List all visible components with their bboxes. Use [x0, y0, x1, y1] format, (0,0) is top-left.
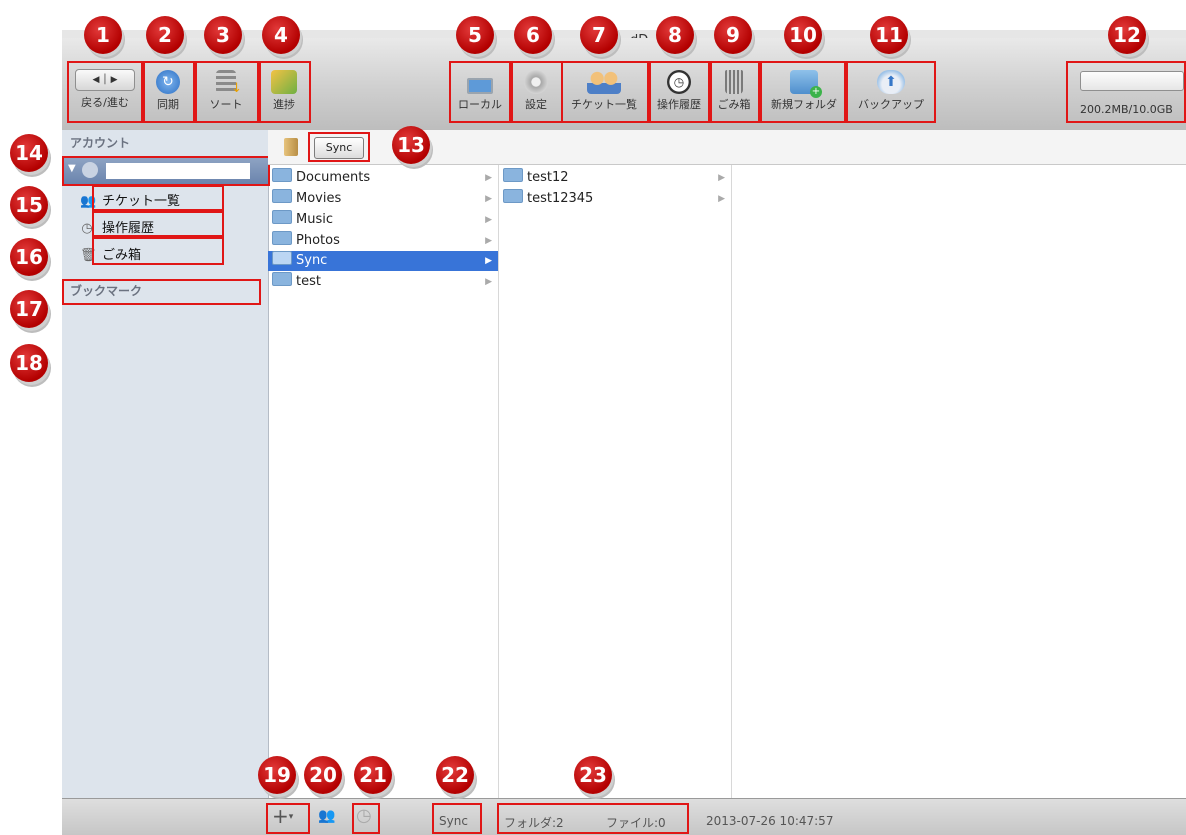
disclosure-arrow-icon: ▶ [485, 173, 492, 183]
callout-badge: 15 [10, 186, 48, 224]
list-item[interactable]: test12345 ▶ [499, 189, 731, 209]
column-1: Documents ▶ Movies ▶ Music ▶ Photos ▶ Sync ▶ … [268, 165, 499, 798]
callout-badge: 14 [10, 134, 48, 172]
callout-badge: 20 [304, 756, 342, 794]
folder-icon [503, 189, 523, 203]
disclosure-arrow-icon: ▶ [485, 236, 492, 246]
callout-badge: 2 [146, 16, 184, 54]
disclosure-arrow-icon: ▶ [485, 256, 492, 266]
folder-icon [272, 251, 292, 265]
folder-name: test12345 [527, 191, 594, 206]
callout-badge: 6 [514, 16, 552, 54]
folder-name: Movies [296, 191, 342, 206]
callout-badge: 10 [784, 16, 822, 54]
folder-icon [272, 272, 292, 286]
callout-badge: 22 [436, 756, 474, 794]
folder-icon [272, 168, 292, 182]
list-item[interactable]: test12 ▶ [499, 168, 731, 188]
folder-icon [272, 189, 292, 203]
callout-badge: 4 [262, 16, 300, 54]
callout-badge: 21 [354, 756, 392, 794]
folder-name: Documents [296, 170, 371, 185]
list-item[interactable]: Movies ▶ [268, 189, 498, 209]
home-folder-icon[interactable] [284, 138, 298, 156]
folder-icon [272, 231, 292, 245]
disclosure-arrow-icon: ▶ [718, 173, 725, 183]
folder-name: test12 [527, 170, 569, 185]
list-item[interactable]: Documents ▶ [268, 168, 498, 188]
callout-badge: 8 [656, 16, 694, 54]
disclosure-arrow-icon: ▶ [718, 194, 725, 204]
folder-name: Photos [296, 233, 340, 248]
folder-name: Music [296, 212, 333, 227]
folder-name: Sync [296, 253, 328, 268]
callout-badge: 7 [580, 16, 618, 54]
callout-badge: 5 [456, 16, 494, 54]
list-item-selected[interactable]: Sync ▶ [268, 251, 498, 271]
disclosure-arrow-icon: ▶ [485, 277, 492, 287]
column-2: test12 ▶ test12345 ▶ [499, 165, 732, 798]
callout-badge: 19 [258, 756, 296, 794]
callout-badge: 13 [392, 126, 430, 164]
callout-badge: 3 [204, 16, 242, 54]
callout-badge: 17 [10, 290, 48, 328]
disclosure-arrow-icon: ▶ [485, 194, 492, 204]
status-timestamp: 2013-07-26 10:47:57 [706, 814, 834, 828]
list-item[interactable]: Music ▶ [268, 210, 498, 230]
callout-badge: 9 [714, 16, 752, 54]
callout-badge: 23 [574, 756, 612, 794]
callout-badge: 12 [1108, 16, 1146, 54]
folder-icon [503, 168, 523, 182]
list-item[interactable]: Photos ▶ [268, 231, 498, 251]
account-header: アカウント [70, 136, 131, 150]
callout-badge: 11 [870, 16, 908, 54]
callout-badge: 18 [10, 344, 48, 382]
people-icon[interactable]: 👥 [318, 808, 335, 824]
list-item[interactable]: test ▶ [268, 272, 498, 292]
folder-icon [272, 210, 292, 224]
callout-badge: 16 [10, 238, 48, 276]
callout-badge: 1 [84, 16, 122, 54]
folder-name: test [296, 274, 321, 289]
disclosure-arrow-icon: ▶ [485, 215, 492, 225]
